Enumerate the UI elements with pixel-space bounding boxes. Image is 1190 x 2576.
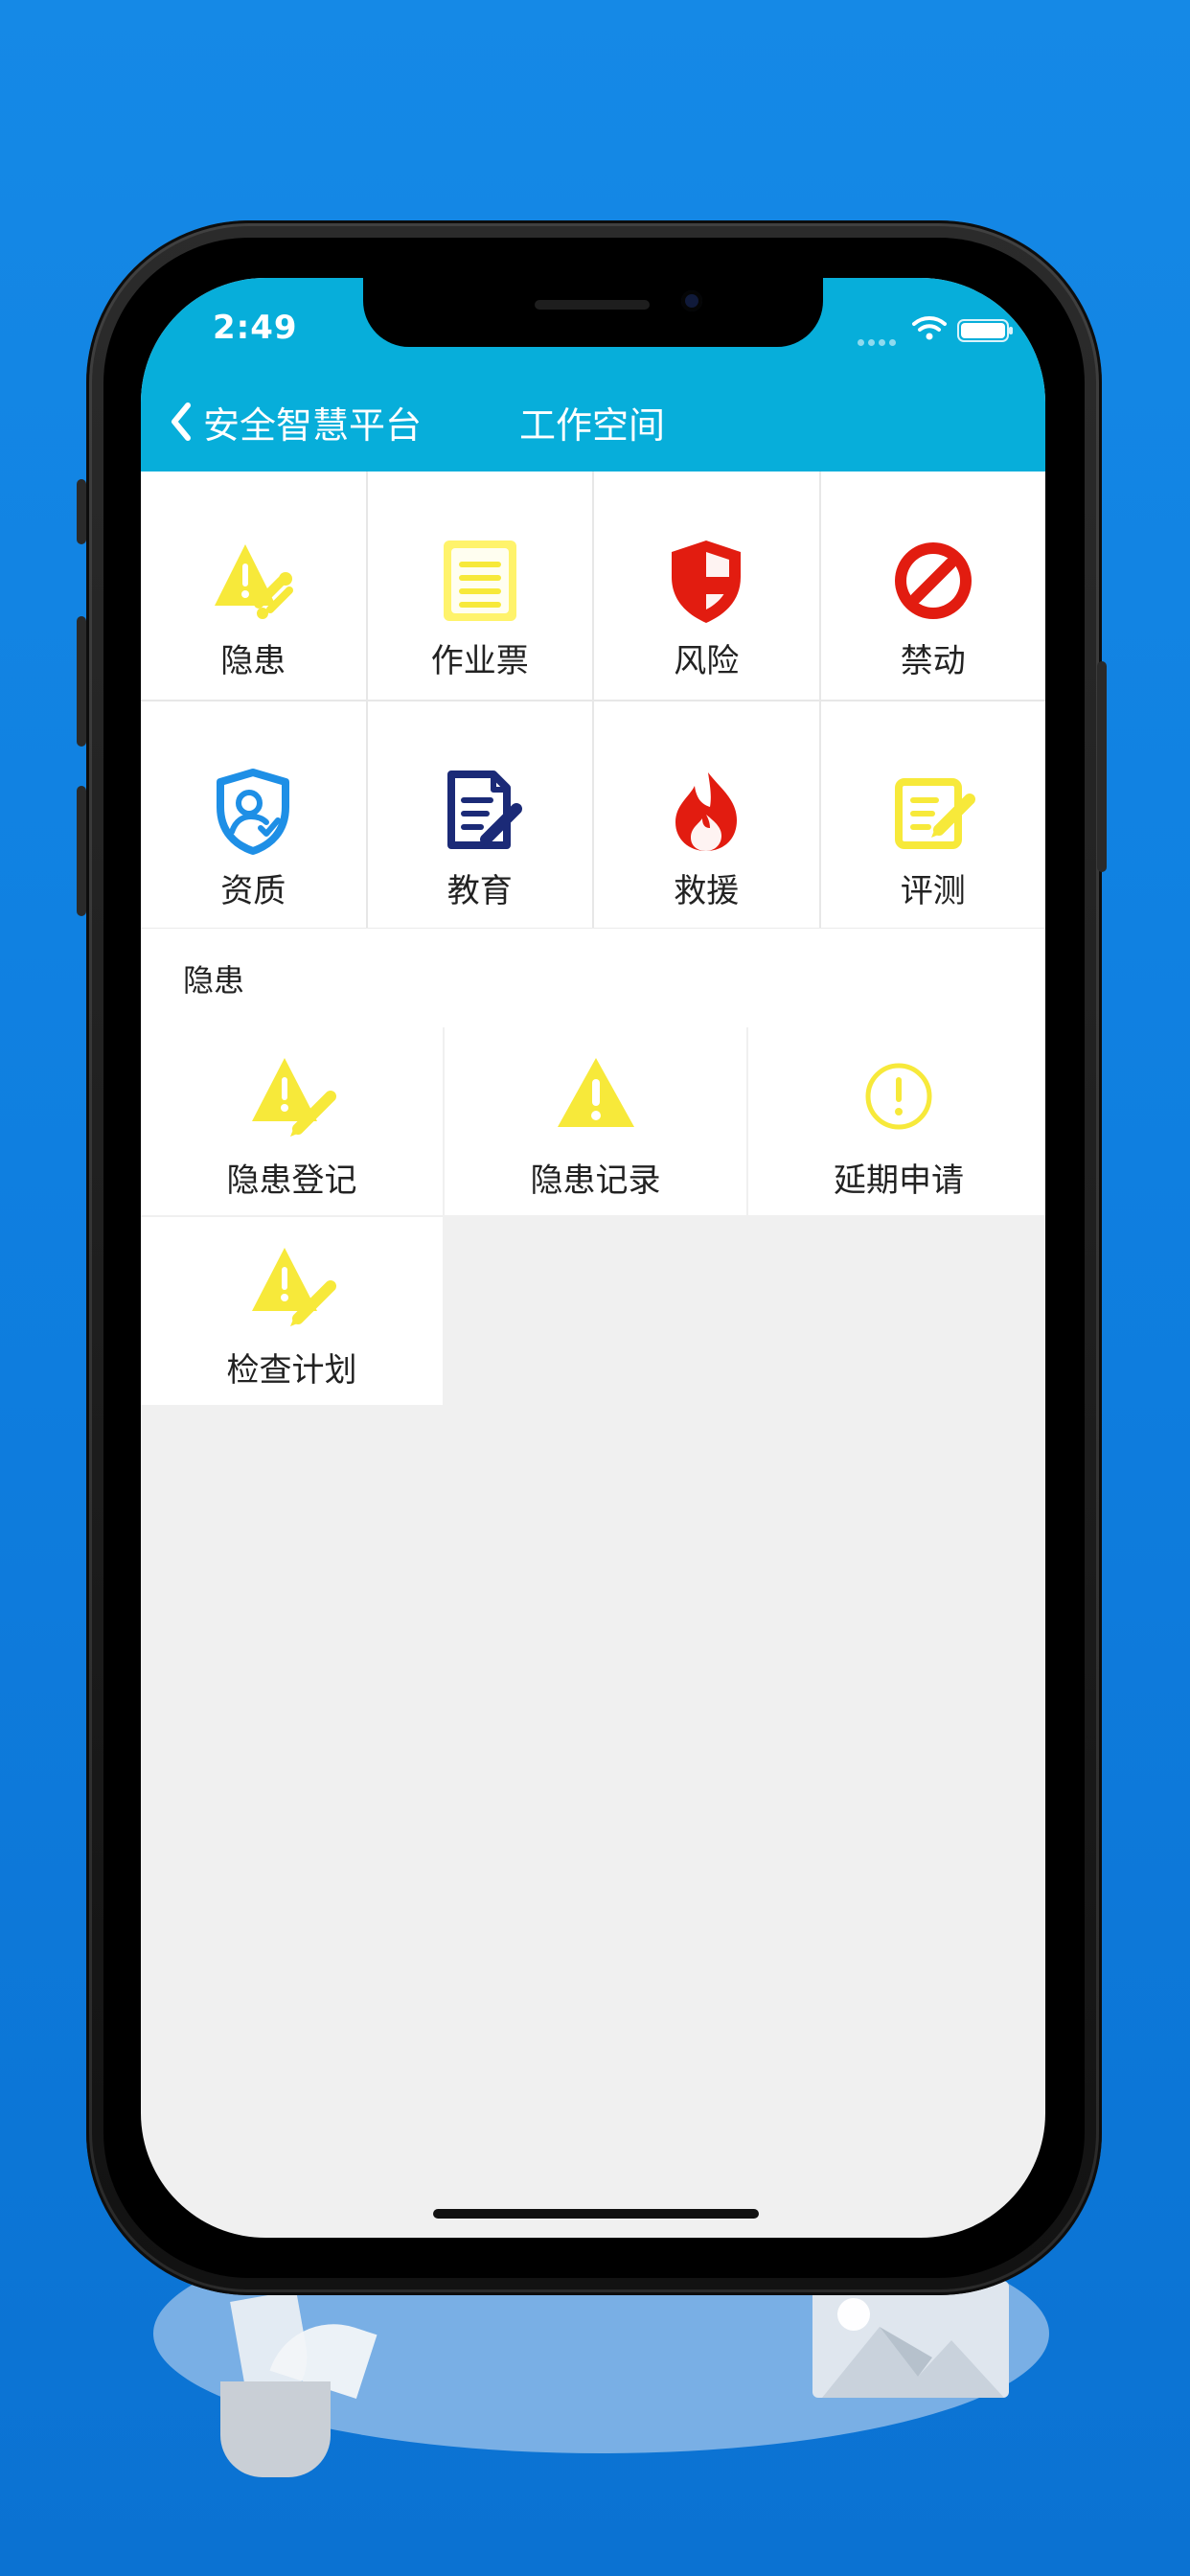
submenu-item-label: 隐患登记 — [226, 1162, 357, 1200]
cellular-signal-icon — [858, 332, 900, 346]
section-title: 隐患 — [183, 962, 245, 999]
prohibited-icon — [894, 542, 972, 619]
warning-pen-icon — [251, 1058, 336, 1137]
fire-icon — [675, 772, 738, 851]
shield-risk-icon — [672, 540, 742, 623]
certified-user-shield-icon — [217, 769, 290, 855]
education-document-pen-icon — [446, 770, 522, 849]
menu-item-evaluation[interactable]: 评测 — [820, 702, 1045, 930]
submenu-item-label: 检查计划 — [226, 1351, 357, 1390]
back-button[interactable]: 安全智慧平台 — [165, 393, 452, 450]
phone-volume-up-button — [77, 616, 86, 747]
submenu-item-hazard-records[interactable]: 隐患记录 — [445, 1027, 746, 1215]
empty-grid-cell — [748, 1217, 1045, 1405]
phone-screen: 2:49 安全智慧平台 工作空间 隐患 作业票 风险 禁动 资质 教育 救援 评… — [141, 278, 1045, 2238]
menu-item-risk[interactable]: 风险 — [594, 472, 819, 700]
phone-notch — [363, 278, 823, 347]
submenu-item-inspection-plan[interactable]: 检查计划 — [141, 1217, 443, 1405]
warning-icon — [557, 1058, 634, 1127]
menu-item-label: 评测 — [900, 872, 966, 910]
exclamation-circle-icon — [865, 1063, 932, 1130]
submenu-item-extension-request[interactable]: 延期申请 — [748, 1027, 1045, 1215]
back-label: 安全智慧平台 — [203, 403, 423, 447]
phone-volume-down-button — [77, 786, 86, 916]
evaluation-note-pen-icon — [894, 778, 975, 849]
home-indicator[interactable] — [433, 2209, 759, 2219]
menu-item-education[interactable]: 教育 — [367, 702, 592, 930]
submenu-item-label: 隐患记录 — [530, 1162, 661, 1200]
menu-item-label: 隐患 — [220, 642, 286, 680]
phone-mute-switch — [77, 479, 86, 544]
wifi-icon — [912, 316, 947, 340]
section-header: 隐患 — [141, 928, 1045, 1029]
menu-item-work-ticket[interactable]: 作业票 — [367, 472, 592, 700]
warning-tools-icon — [215, 544, 294, 619]
document-lines-icon — [443, 540, 516, 621]
phone-camera — [681, 290, 702, 311]
menu-item-rescue[interactable]: 救援 — [594, 702, 819, 930]
warning-pen-icon — [251, 1248, 336, 1326]
menu-item-label: 资质 — [220, 872, 286, 910]
menu-item-label: 作业票 — [430, 642, 529, 680]
menu-item-label: 风险 — [674, 642, 740, 680]
submenu-item-label: 延期申请 — [834, 1162, 964, 1200]
submenu-grid: 隐患登记 隐患记录 延期申请 检查计划 — [141, 1027, 1045, 1406]
page-title: 工作空间 — [519, 403, 666, 447]
mountains-icon — [822, 2327, 1004, 2398]
chevron-left-icon — [172, 402, 191, 441]
menu-item-qualification[interactable]: 资质 — [141, 702, 366, 930]
submenu-item-hazard-register[interactable]: 隐患登记 — [141, 1027, 443, 1215]
main-menu-grid: 隐患 作业票 风险 禁动 资质 教育 救援 评测 — [141, 472, 1045, 930]
phone-speaker — [535, 300, 650, 310]
empty-grid-cell — [445, 1217, 746, 1405]
plant-pot — [220, 2381, 331, 2477]
phone-power-button — [1097, 661, 1107, 872]
battery-icon — [957, 319, 1013, 342]
image-placeholder-icon — [812, 2281, 1009, 2398]
menu-item-label: 禁动 — [900, 642, 966, 680]
menu-item-prohibited[interactable]: 禁动 — [820, 472, 1045, 700]
menu-item-label: 救援 — [674, 872, 740, 910]
menu-item-hazard[interactable]: 隐患 — [141, 472, 366, 700]
status-time: 2:49 — [213, 309, 298, 347]
menu-item-label: 教育 — [446, 872, 513, 910]
